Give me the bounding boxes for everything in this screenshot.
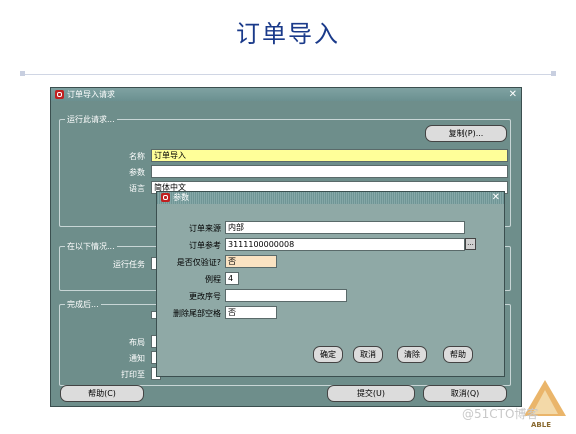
validate-only-field[interactable]: 否 [225, 255, 277, 268]
order-reference-field[interactable]: 3111100000008 [225, 238, 465, 251]
divider-end-marker [20, 71, 25, 76]
window-title: 订单导入请求 [67, 90, 115, 99]
close-icon[interactable]: ✕ [492, 192, 500, 204]
window-titlebar[interactable]: 订单导入请求 ✕ [51, 88, 521, 101]
completion-group-label: 完成后... [65, 299, 101, 310]
oracle-icon [161, 193, 170, 202]
submit-button[interactable]: 提交(U) [327, 385, 415, 402]
order-source-field[interactable]: 内部 [225, 221, 465, 234]
param-label: 是否仅验证? [176, 258, 221, 267]
slide-title: 订单导入 [236, 20, 340, 48]
dialog-title: 参数 [173, 193, 189, 202]
parameters-dialog: 参数 ✕ 订单来源 内部 订单参考 3111100000008 ... 是否仅验… [156, 191, 505, 377]
oracle-icon [55, 90, 64, 99]
ok-button[interactable]: 确定 [313, 346, 343, 363]
title-divider [24, 74, 552, 75]
param-label: 例程 [205, 275, 221, 284]
param-label: 订单参考 [189, 241, 221, 250]
dialog-titlebar[interactable]: 参数 ✕ [157, 192, 504, 204]
param-label: 删除尾部空格 [173, 309, 221, 318]
help-button[interactable]: 帮助(C) [60, 385, 144, 402]
change-sequence-field[interactable] [225, 289, 347, 302]
trim-trailing-space-field[interactable]: 否 [225, 306, 277, 319]
clear-button[interactable]: 清除 [397, 346, 427, 363]
watermark: @51CTO博客 [462, 407, 539, 421]
layout-label: 布局 [129, 338, 145, 347]
name-field[interactable]: 订单导入 [151, 149, 508, 162]
notify-label: 通知 [129, 354, 145, 363]
routine-field[interactable]: 4 [225, 272, 239, 285]
dialog-help-button[interactable]: 帮助 [443, 346, 473, 363]
dialog-cancel-button[interactable]: 取消 [353, 346, 383, 363]
language-label: 语言 [129, 184, 145, 193]
param-label: 订单来源 [189, 224, 221, 233]
params-label: 参数 [129, 168, 145, 177]
lov-button[interactable]: ... [465, 238, 476, 250]
name-label: 名称 [129, 152, 145, 161]
param-label: 更改序号 [189, 292, 221, 301]
cancel-button[interactable]: 取消(Q) [423, 385, 507, 402]
conditions-group-label: 在以下情况... [65, 241, 117, 252]
print-to-label: 打印至 [121, 370, 145, 379]
run-request-group-label: 运行此请求... [65, 114, 117, 125]
params-field[interactable] [151, 165, 508, 178]
close-icon[interactable]: ✕ [509, 88, 517, 101]
divider-end-marker [551, 71, 556, 76]
copy-button[interactable]: 复制(P)... [425, 125, 507, 142]
dialog-body: 订单来源 内部 订单参考 3111100000008 ... 是否仅验证? 否 … [157, 204, 504, 376]
logo-text: ABLE [531, 421, 551, 429]
run-task-label: 运行任务 [113, 260, 145, 269]
